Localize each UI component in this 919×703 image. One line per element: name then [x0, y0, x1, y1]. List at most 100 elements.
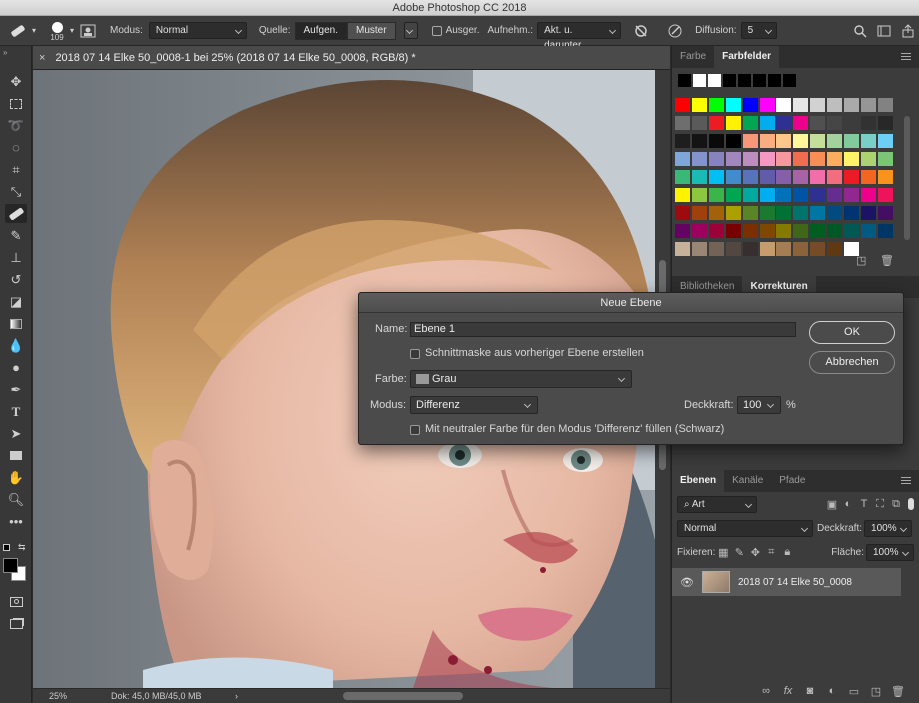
color-swatch[interactable] [860, 206, 876, 220]
mode-select[interactable]: Differenz [410, 396, 538, 414]
color-swatch[interactable] [759, 206, 775, 220]
color-select[interactable]: Grau [410, 370, 632, 388]
color-swatch[interactable] [844, 152, 859, 166]
color-swatch[interactable] [877, 134, 893, 148]
color-swatch[interactable] [827, 224, 843, 238]
sample-select[interactable]: Akt. u. darunter [537, 22, 622, 51]
color-swatch[interactable] [759, 134, 775, 148]
color-swatch[interactable] [691, 170, 707, 184]
quick-selection-tool-icon[interactable]: ◌ [5, 138, 27, 157]
filter-adjustment-icon[interactable]: ◐ [840, 496, 856, 512]
color-swatch[interactable] [725, 188, 741, 202]
color-swatch[interactable] [877, 170, 893, 184]
toolbar-collapse-icon[interactable]: » [3, 48, 7, 57]
close-tab-icon[interactable]: × [39, 52, 45, 64]
gradient-tool-icon[interactable] [5, 314, 27, 333]
new-swatch-icon[interactable]: ◳ [856, 254, 866, 267]
color-swatch[interactable] [776, 152, 792, 166]
pattern-select[interactable] [403, 22, 418, 39]
color-swatch[interactable] [793, 224, 809, 238]
tab-ebenen[interactable]: Ebenen [672, 470, 725, 492]
recent-swatch[interactable] [678, 74, 691, 87]
color-swatch[interactable] [776, 134, 792, 148]
color-swatch[interactable] [860, 116, 876, 130]
color-swatch[interactable] [810, 98, 826, 112]
color-swatch[interactable] [860, 98, 876, 112]
color-swatch[interactable] [708, 170, 724, 184]
lock-pixels-icon[interactable]: ✎ [731, 544, 747, 560]
layer-filter-select[interactable]: ⌕ Art [677, 495, 757, 513]
color-swatch[interactable] [776, 170, 792, 184]
color-swatch[interactable] [827, 188, 843, 202]
color-swatch[interactable] [776, 116, 792, 130]
color-swatch[interactable] [844, 98, 859, 112]
color-swatch[interactable] [725, 224, 741, 238]
layer-style-icon[interactable]: fx [780, 683, 796, 699]
recent-swatch[interactable] [708, 74, 721, 87]
color-swatch[interactable] [675, 134, 690, 148]
color-swatch[interactable] [675, 152, 690, 166]
color-swatch[interactable] [877, 152, 893, 166]
color-swatch[interactable] [810, 116, 826, 130]
history-brush-tool-icon[interactable]: ↺ [5, 270, 27, 289]
color-swatch[interactable] [793, 116, 809, 130]
zoom-tool-icon[interactable]: 🔍︎ [5, 490, 27, 509]
color-swatch[interactable] [793, 170, 809, 184]
tab-pfade[interactable]: Pfade [771, 470, 813, 492]
color-swatch[interactable] [844, 206, 859, 220]
tab-farbfelder[interactable]: Farbfelder [714, 46, 780, 68]
color-swatch[interactable] [675, 224, 690, 238]
color-swatch[interactable] [708, 152, 724, 166]
color-swatch[interactable] [742, 170, 758, 184]
color-swatch[interactable] [759, 152, 775, 166]
color-swatch[interactable] [844, 224, 859, 238]
color-swatch[interactable] [860, 170, 876, 184]
eyedropper-tool-icon[interactable]: ⤡ [5, 182, 27, 201]
color-swatch[interactable] [742, 188, 758, 202]
zoom-value[interactable]: 25% [33, 691, 83, 701]
recent-swatch[interactable] [768, 74, 781, 87]
clipping-mask-checkbox[interactable] [410, 349, 420, 359]
color-swatch[interactable] [708, 206, 724, 220]
color-swatch[interactable] [725, 170, 741, 184]
color-swatch[interactable] [759, 170, 775, 184]
color-swatch[interactable] [742, 116, 758, 130]
lock-all-icon[interactable]: 🔒︎ [779, 544, 795, 560]
visibility-eye-icon[interactable]: 👁︎ [680, 576, 694, 589]
color-swatch[interactable] [776, 224, 792, 238]
type-tool-icon[interactable]: T [5, 402, 27, 421]
crop-tool-icon[interactable]: ⌗ [5, 160, 27, 179]
lock-position-icon[interactable]: ✥ [747, 544, 763, 560]
color-swatch[interactable] [844, 116, 859, 130]
cancel-button[interactable]: Abbrechen [809, 351, 895, 374]
document-tab[interactable]: × 2018 07 14 Elke 50_0008-1 bei 25% (201… [33, 46, 670, 70]
layer-name-field[interactable]: Ebene 1 [410, 322, 796, 337]
color-swatch[interactable] [860, 152, 876, 166]
color-swatch[interactable] [877, 206, 893, 220]
color-swatch[interactable] [691, 224, 707, 238]
quick-mask-icon[interactable] [5, 592, 27, 611]
recent-swatch[interactable] [693, 74, 706, 87]
color-swatch[interactable] [742, 224, 758, 238]
hand-tool-icon[interactable]: ✋ [5, 468, 27, 487]
color-swatch[interactable] [844, 170, 859, 184]
screen-mode-icon[interactable] [5, 614, 27, 633]
color-swatch[interactable] [708, 188, 724, 202]
color-swatch[interactable] [725, 152, 741, 166]
blur-tool-icon[interactable]: 💧 [5, 336, 27, 355]
color-swatch[interactable] [691, 116, 707, 130]
color-swatch[interactable] [860, 134, 876, 148]
filter-shape-icon[interactable]: ⛶ [872, 496, 888, 512]
color-swatch[interactable] [759, 98, 775, 112]
recent-swatch[interactable] [753, 74, 766, 87]
color-swatch[interactable] [793, 134, 809, 148]
color-swatch[interactable] [675, 116, 690, 130]
color-swatch[interactable] [725, 116, 741, 130]
source-pattern-button[interactable]: Muster [347, 21, 396, 40]
horizontal-scrollbar[interactable] [343, 692, 463, 700]
color-swatch[interactable] [675, 206, 690, 220]
swap-colors-icon[interactable]: ⇆ [18, 542, 26, 553]
tab-farbe[interactable]: Farbe [672, 46, 714, 68]
eraser-tool-icon[interactable]: ◪ [5, 292, 27, 311]
aligned-checkbox[interactable]: Ausger. [431, 25, 479, 36]
